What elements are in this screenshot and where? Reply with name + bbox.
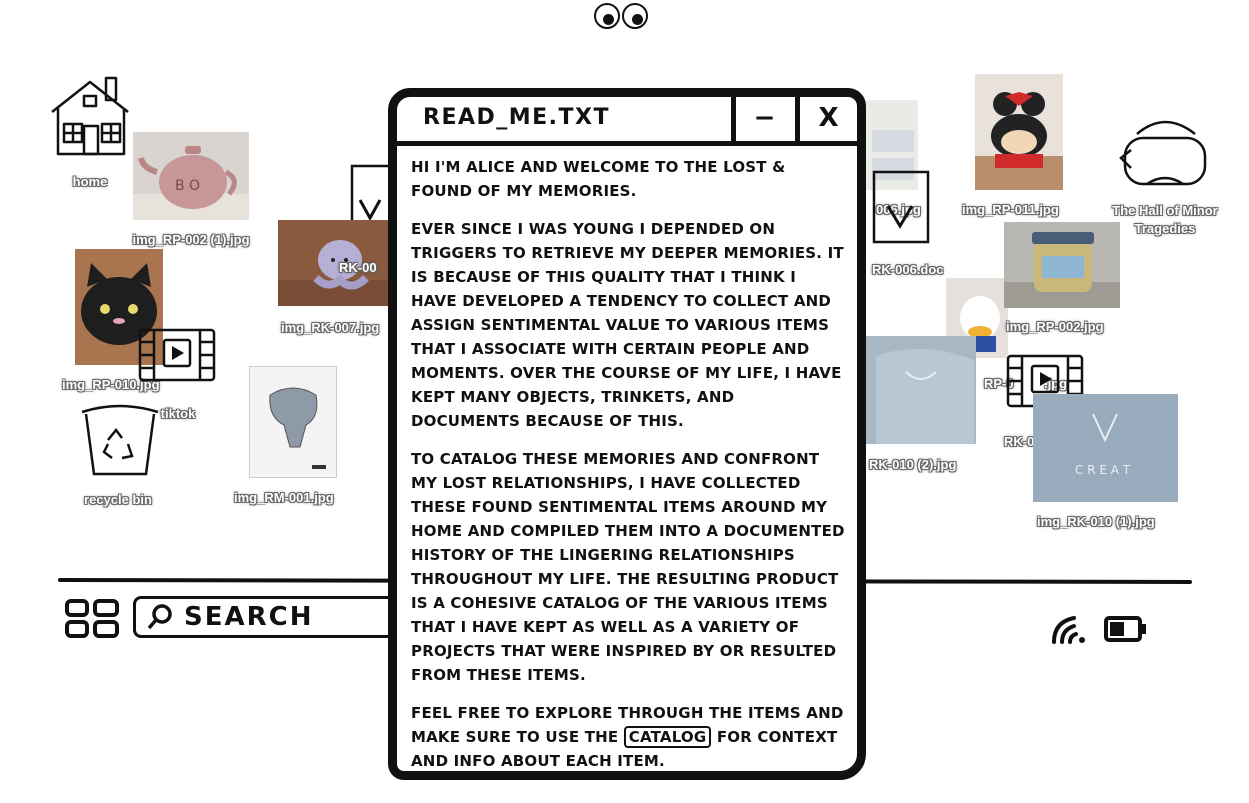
icon-label: tiktok <box>160 406 196 421</box>
video-file-icon <box>138 328 216 382</box>
icon-label: RK-010 (2).jpg <box>869 457 957 472</box>
app-grid-icon <box>65 599 119 638</box>
right-eye-icon <box>622 3 648 29</box>
icon-label: RK-00 <box>339 260 377 275</box>
elephant-print-photo <box>249 366 337 478</box>
desktop-icon-img-rk-010-1[interactable]: C R E A T img_RK-010 (1).jpg <box>1030 394 1180 534</box>
window-titlebar[interactable]: READ_ME.TXT − X <box>397 95 857 146</box>
wifi-icon[interactable] <box>1050 614 1090 644</box>
teapot-photo: B O <box>133 132 249 220</box>
readme-window[interactable]: READ_ME.TXT − X Hi I'm Alice and welcome… <box>388 88 866 780</box>
desktop-icon-hall-of-minor-tragedies[interactable]: The Hall of Minor Tragedies <box>1100 106 1230 238</box>
readme-paragraph-3: To catalog these memories and confront m… <box>411 450 845 684</box>
window-title: READ_ME.TXT <box>423 105 611 130</box>
desktop-icon-shirt-2[interactable]: RK-010 (2).jpg <box>866 336 978 476</box>
vr-headset-icon <box>1119 120 1207 186</box>
svg-text:B O: B O <box>175 178 200 194</box>
icon-label: recycle bin <box>84 492 152 507</box>
close-button[interactable]: X <box>795 95 857 141</box>
icon-label: img_RP-002 (1).jpg <box>132 232 250 247</box>
minnie-plush-photo <box>975 74 1063 190</box>
desktop-icon-img-rk-007[interactable]: RK-00 img_RK-007.jpg <box>278 220 398 340</box>
minimize-button[interactable]: − <box>731 95 793 141</box>
readme-content: Hi I'm Alice and welcome to the Lost & F… <box>411 155 847 787</box>
document-icon <box>872 170 930 244</box>
start-button[interactable] <box>64 598 122 645</box>
shirt-photo <box>866 336 976 444</box>
icon-label-home: home <box>72 174 108 189</box>
battery-icon[interactable] <box>1104 615 1148 643</box>
house-icon <box>51 76 129 156</box>
recycle-bin-icon <box>81 404 159 476</box>
icon-label: img_RK-007.jpg <box>281 320 380 335</box>
search-icon <box>147 604 172 630</box>
readme-paragraph-4: Feel free to explore through the items a… <box>411 701 847 773</box>
desktop-icon-img-rp-002-1[interactable]: B O img_RP-002 (1).jpg <box>132 132 250 250</box>
icon-label: img_RP-002.jpg <box>1006 319 1104 334</box>
icon-label: RK-006.doc <box>872 262 944 277</box>
jar-photo <box>1004 222 1120 308</box>
minimize-icon: − <box>753 103 776 133</box>
catalog-link[interactable]: catalog <box>623 726 712 748</box>
googly-eyes <box>594 3 648 29</box>
desktop-icon-rk-006-doc[interactable]: RK-006.doc <box>866 168 948 280</box>
desktop-icon-img-rm-001[interactable]: img_RM-001.jpg <box>234 366 354 506</box>
icon-label: img_RP-011.jpg <box>962 202 1059 217</box>
search-label: SEARCH <box>184 602 314 632</box>
icon-label: img_RK-010 (1).jpg <box>1037 514 1155 529</box>
left-eye-icon <box>594 3 620 29</box>
readme-paragraph-1: Hi I'm Alice and welcome to the Lost & F… <box>411 158 786 200</box>
desktop-icon-home[interactable]: home <box>48 74 132 194</box>
desktop-icon-recycle-bin[interactable]: recycle bin <box>78 400 162 512</box>
desktop-icon-img-rp-011[interactable]: img_RP-011.jpg <box>962 74 1078 222</box>
icon-label: img_RM-001.jpg <box>234 490 334 505</box>
desktop-icon-img-rp-002[interactable]: img_RP-002.jpg <box>1002 222 1124 340</box>
close-icon: X <box>818 103 839 133</box>
system-tray <box>1050 614 1148 644</box>
shirt-photo: C R E A T <box>1033 394 1178 502</box>
taskbar-search[interactable]: SEARCH <box>133 596 403 638</box>
readme-paragraph-2: Ever since I was young I depended on tri… <box>411 220 844 430</box>
svg-text:C R E A T: C R E A T <box>1075 463 1131 477</box>
